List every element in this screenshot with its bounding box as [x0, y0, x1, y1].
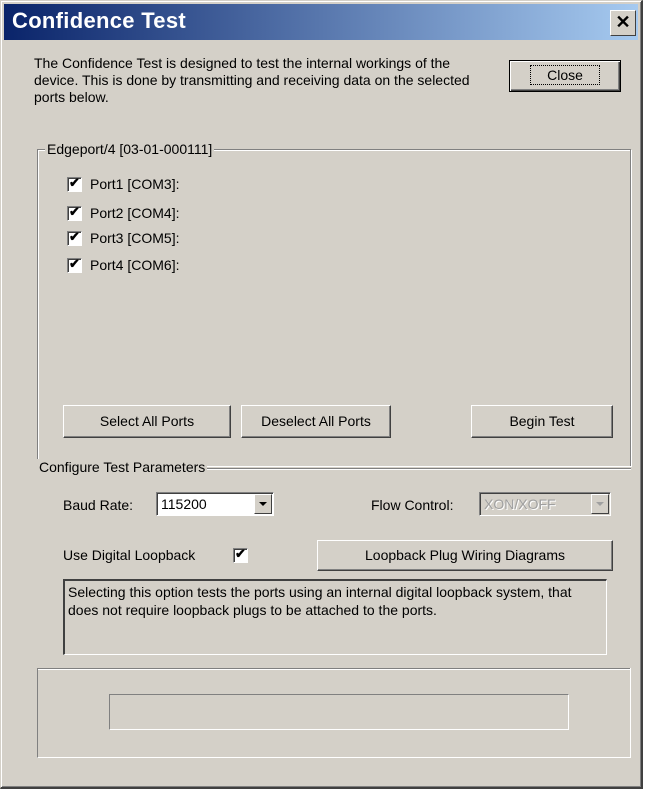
window-title: Confidence Test — [12, 8, 187, 33]
deselect-all-label: Deselect All Ports — [261, 413, 371, 429]
port1-checkbox[interactable] — [67, 175, 82, 192]
device-group-label: Edgeport/4 [03-01-000111] — [45, 141, 215, 157]
port-row-4[interactable]: Port4 [COM6]: — [67, 255, 179, 275]
baud-rate-select[interactable]: 115200 — [156, 492, 274, 516]
digital-loopback-label: Use Digital Loopback — [63, 547, 196, 563]
begin-test-button[interactable]: Begin Test — [471, 405, 613, 438]
port1-label: Port1 [COM3]: — [90, 176, 180, 192]
title-bar[interactable]: Confidence Test ✕ — [4, 4, 638, 40]
port2-label: Port2 [COM4]: — [90, 205, 180, 221]
close-button[interactable]: Close — [509, 60, 621, 92]
loopback-description: Selecting this option tests the ports us… — [63, 579, 607, 655]
port4-label: Port4 [COM6]: — [90, 257, 180, 273]
confidence-test-dialog: Confidence Test ✕ The Confidence Test is… — [0, 0, 643, 789]
close-button-label: Close — [530, 65, 600, 85]
description-text: The Confidence Test is designed to test … — [34, 55, 470, 105]
loopback-wiring-diagrams-button[interactable]: Loopback Plug Wiring Diagrams — [317, 540, 613, 571]
deselect-all-ports-button[interactable]: Deselect All Ports — [241, 405, 391, 438]
baud-rate-value: 115200 — [161, 496, 207, 512]
digital-loopback-checkbox[interactable] — [233, 546, 248, 563]
port-row-2[interactable]: Port2 [COM4]: — [67, 203, 179, 223]
select-all-ports-button[interactable]: Select All Ports — [63, 405, 231, 438]
progress-bar — [109, 694, 569, 730]
port3-checkbox[interactable] — [67, 229, 82, 246]
baud-rate-label: Baud Rate: — [63, 497, 134, 513]
port3-label: Port3 [COM5]: — [90, 230, 180, 246]
chevron-down-icon — [591, 494, 609, 514]
flow-control-select: XON/XOFF — [479, 492, 611, 516]
chevron-down-icon[interactable] — [254, 494, 272, 514]
port-row-1[interactable]: Port1 [COM3]: — [67, 174, 179, 194]
port4-checkbox[interactable] — [67, 256, 82, 273]
flow-control-label: Flow Control: — [371, 497, 454, 513]
close-icon[interactable]: ✕ — [610, 10, 636, 36]
begin-test-label: Begin Test — [509, 413, 575, 429]
params-group-label: Configure Test Parameters — [37, 459, 208, 475]
wiring-diagrams-label: Loopback Plug Wiring Diagrams — [365, 547, 565, 563]
flow-control-value: XON/XOFF — [484, 496, 556, 512]
port2-checkbox[interactable] — [67, 204, 82, 221]
select-all-label: Select All Ports — [99, 413, 195, 429]
port-row-3[interactable]: Port3 [COM5]: — [67, 228, 179, 248]
